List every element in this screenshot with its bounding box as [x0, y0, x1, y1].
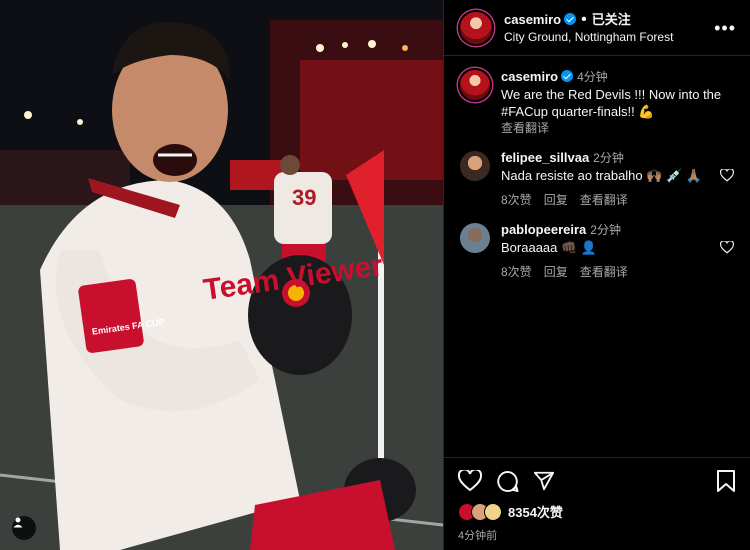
caption-text: We are the Red Devils !!! Now into the #… — [501, 87, 722, 119]
comment-meta: 8次赞 回复 查看翻译 — [501, 264, 729, 281]
posted-time: 4分钟前 — [458, 530, 498, 542]
separator-dot: • — [581, 11, 587, 28]
comment-likes[interactable]: 8次赞 — [501, 192, 532, 209]
follow-status-button[interactable]: 已关注 — [592, 12, 631, 27]
post-header: casemiro • 已关注 City Ground, Nottingham For… — [444, 0, 750, 56]
header-text: casemiro • 已关注 City Ground, Nottingham For… — [504, 10, 673, 45]
comment-heart-icon[interactable] — [719, 240, 735, 259]
post-actions: 8354次赞 4分钟前 — [444, 457, 750, 543]
post-photo[interactable]: 39 Team Viewer Emirates FA CUP — [0, 0, 443, 550]
share-icon[interactable] — [533, 470, 555, 492]
comment-username[interactable]: pablopeereira — [501, 222, 586, 237]
translate-link[interactable]: 查看翻译 — [580, 192, 628, 209]
comment-body: felipee_sillvaa 2分钟 Nada resiste ao traba… — [501, 149, 729, 209]
comments-list: casemiro 4分钟 We are the Red Devils !!! No… — [444, 56, 750, 281]
comment-item: felipee_sillvaa 2分钟 Nada resiste ao traba… — [458, 149, 736, 209]
user-tag-icon[interactable] — [12, 516, 36, 540]
verified-badge-icon — [561, 70, 574, 82]
caption-body: casemiro 4分钟 We are the Red Devils !!! No… — [501, 68, 736, 137]
comment-text: Boraaaaa 👊🏿 👤 — [501, 240, 597, 255]
comment-time: 2分钟 — [593, 151, 624, 165]
like-count[interactable]: 8354次赞 — [508, 502, 563, 521]
comment-time: 2分钟 — [590, 223, 621, 237]
comment-icon[interactable] — [496, 470, 519, 493]
avatar[interactable] — [458, 9, 494, 46]
action-icons — [458, 468, 736, 494]
post-side-panel: casemiro • 已关注 City Ground, Nottingham For… — [443, 0, 750, 550]
comment-heart-icon[interactable] — [719, 168, 735, 187]
caption-translate-link[interactable]: 查看翻译 — [501, 120, 736, 137]
photo-illustration: 39 Team Viewer Emirates FA CUP — [0, 0, 443, 550]
heart-icon[interactable] — [458, 470, 482, 492]
comment-meta: 8次赞 回复 查看翻译 — [501, 192, 729, 209]
save-icon[interactable] — [716, 470, 736, 492]
player-number: 39 — [292, 185, 316, 210]
liker-avatar[interactable] — [484, 502, 502, 521]
more-options-icon[interactable]: ••• — [714, 18, 736, 39]
comment-item: pablopeereira 2分钟 Boraaaaa 👊🏿 👤 8次赞 回复 查看… — [458, 221, 736, 281]
reply-button[interactable]: 回复 — [544, 264, 568, 281]
instagram-post-view: 39 Team Viewer Emirates FA CUP casemiro … — [0, 0, 750, 550]
caption: casemiro 4分钟 We are the Red Devils !!! No… — [458, 68, 736, 137]
caption-avatar[interactable] — [458, 68, 492, 102]
comment-text: Nada resiste ao trabalho 🙌🏽 💉 🙏🏽 — [501, 168, 703, 183]
comment-avatar[interactable] — [458, 149, 492, 183]
verified-badge-icon — [564, 13, 577, 25]
translate-link[interactable]: 查看翻译 — [580, 264, 628, 281]
comment-username[interactable]: felipee_sillvaa — [501, 150, 589, 165]
reply-button[interactable]: 回复 — [544, 192, 568, 209]
caption-time: 4分钟 — [577, 70, 608, 84]
location-link[interactable]: City Ground, Nottingham Forest — [504, 30, 673, 45]
comment-avatar[interactable] — [458, 221, 492, 255]
header-username[interactable]: casemiro — [504, 12, 561, 27]
likes-row: 8354次赞 — [458, 502, 736, 521]
comment-body: pablopeereira 2分钟 Boraaaaa 👊🏿 👤 8次赞 回复 查看… — [501, 221, 729, 281]
caption-username[interactable]: casemiro — [501, 69, 558, 84]
comment-likes[interactable]: 8次赞 — [501, 264, 532, 281]
